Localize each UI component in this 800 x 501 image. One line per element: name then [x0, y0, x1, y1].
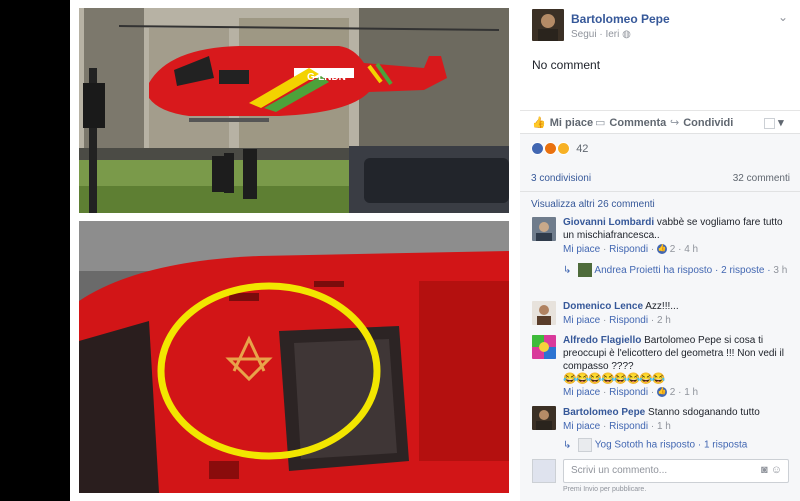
commenter-avatar-image: [532, 301, 556, 325]
comments-count[interactable]: 32 commenti: [733, 173, 790, 184]
view-more-comments-link[interactable]: Visualizza altri 26 commenti: [531, 199, 655, 210]
post-meta: Segui · Ieri ◍: [571, 29, 631, 40]
comment-input-placeholder: Scrivi un commento...: [571, 465, 668, 476]
composer-icons: ◙ ☺: [761, 464, 782, 476]
camera-icon[interactable]: ◙: [761, 464, 768, 476]
wow-reaction-icon: [557, 142, 571, 155]
comment-time[interactable]: 2 h: [657, 315, 671, 326]
dropdown-arrow-icon: ▾: [778, 117, 784, 129]
comment-body: Bartolomeo Pepe Stanno sdoganando tutto: [563, 406, 787, 419]
reply-avatar: [578, 263, 593, 278]
reply-avatar: [578, 438, 593, 452]
comment-body: Domenico Lence Azz!!!...: [563, 300, 787, 313]
helicopter-photo-graphic: [79, 8, 509, 213]
comment-like-count[interactable]: 2: [670, 244, 676, 255]
commenter-avatar[interactable]: [532, 335, 556, 359]
comment-like-link[interactable]: Mi piace: [563, 421, 600, 432]
comment-text: Stanno sdoganando tutto: [648, 407, 760, 418]
composer-hint: Premi Invio per pubblicare.: [563, 486, 647, 493]
comment-like-link[interactable]: Mi piace: [563, 244, 600, 255]
share-button[interactable]: ↪ Condividi: [670, 116, 733, 129]
helicopter-photo[interactable]: G-LNDN: [79, 8, 509, 213]
helicopter-registration: G-LNDN: [307, 72, 346, 83]
comment-time[interactable]: 1 h: [684, 387, 698, 398]
angry-reaction-icon: [544, 142, 558, 155]
commenter-avatar-image: [532, 217, 556, 241]
like-label: Mi piace: [549, 117, 594, 129]
post-sidebar: Bartolomeo Pepe Segui · Ieri ◍ ⌄ No comm…: [520, 0, 800, 501]
comment-text: Azz!!!...: [645, 301, 679, 312]
reply-time: 3 h: [773, 265, 788, 276]
like-button[interactable]: 👍 Mi piace: [532, 116, 593, 129]
comments-section: 42 3 condivisioni 32 commenti Visualizza…: [520, 133, 800, 501]
author-avatar[interactable]: [532, 9, 564, 41]
comment-label: Commenta: [609, 117, 667, 129]
author-name[interactable]: Bartolomeo Pepe: [571, 12, 670, 26]
comment-like-link[interactable]: Mi piace: [563, 315, 600, 326]
post-time[interactable]: Ieri: [605, 29, 619, 40]
comment-reply-link[interactable]: Rispondi: [609, 244, 648, 255]
post-options-chevron-icon[interactable]: ⌄: [778, 10, 788, 24]
divider: [520, 191, 800, 192]
reply-arrow-icon: ↳: [563, 439, 572, 451]
post-text: No comment: [532, 58, 601, 72]
comment-reply-link[interactable]: Rispondi: [609, 315, 648, 326]
share-label: Condividi: [683, 117, 734, 129]
comment-like-link[interactable]: Mi piace: [563, 387, 600, 398]
comment-time[interactable]: 1 h: [657, 421, 671, 432]
comment-like-count[interactable]: 2: [670, 387, 676, 398]
follow-link[interactable]: Segui: [571, 29, 597, 40]
like-count-icon: 👍: [656, 244, 667, 255]
helicopter-closeup-graphic: [79, 221, 509, 493]
replies-summary[interactable]: ↳ Andrea Proietti ha risposto · 2 rispos…: [563, 263, 788, 278]
comment-reply-link[interactable]: Rispondi: [609, 387, 648, 398]
speech-bubble-icon: ▭: [595, 117, 606, 129]
comment-input[interactable]: Scrivi un commento... ◙ ☺: [563, 459, 789, 483]
comment-meta: Mi piace · Rispondi · 👍 2 · 4 h: [563, 244, 699, 255]
post-header: Bartolomeo Pepe Segui · Ieri ◍ ⌄: [520, 0, 800, 56]
commenter-avatar-image: [532, 335, 556, 359]
laughing-emojis: 😂😂😂😂😂😂😂😂: [563, 373, 666, 385]
comment-body: Alfredo Flagiello Bartolomeo Pepe si cos…: [563, 334, 787, 373]
comment-reply-link[interactable]: Rispondi: [609, 421, 648, 432]
commenter-avatar-image: [532, 406, 556, 430]
current-user-avatar: [532, 459, 556, 483]
reactions-summary[interactable]: 42: [531, 142, 588, 158]
comment-time[interactable]: 4 h: [684, 244, 698, 255]
photo-panel: G-LNDN: [70, 0, 520, 501]
profile-square-icon: [764, 117, 775, 129]
replies-summary[interactable]: ↳ Yog Sototh ha risposto · 1 risposta: [563, 438, 747, 452]
reply-arrow-icon: ↳: [563, 265, 572, 276]
like-count-icon: 👍: [656, 387, 667, 398]
replier-text: Andrea Proietti ha risposto: [594, 265, 713, 276]
author-avatar-image: [532, 9, 564, 41]
commenter-avatar[interactable]: [532, 217, 556, 241]
commenter-name[interactable]: Alfredo Flagiello: [563, 335, 641, 346]
comment-meta: Mi piace · Rispondi · 2 h: [563, 315, 671, 326]
reply-count: 1 risposta: [703, 439, 748, 451]
reply-count: 2 risposte: [721, 265, 765, 276]
commenter-avatar[interactable]: [532, 406, 556, 430]
thumbs-up-icon: 👍: [532, 117, 546, 129]
share-arrow-icon: ↪: [670, 117, 680, 129]
commenter-name[interactable]: Bartolomeo Pepe: [563, 407, 645, 418]
screenshot: G-LNDN Bartolomeo Pepe Segui · Ieri ◍ ⌄ …: [0, 0, 800, 501]
commenter-name[interactable]: Giovanni Lombardi: [563, 217, 654, 228]
emoji-icon[interactable]: ☺: [771, 464, 782, 476]
commenter-avatar[interactable]: [532, 301, 556, 325]
post-actions-bar: 👍 Mi piace ▭ Commenta ↪ Condividi ▾: [520, 110, 800, 132]
commenter-name[interactable]: Domenico Lence: [563, 301, 643, 312]
audience-selector[interactable]: ▾: [764, 116, 784, 129]
comment-button[interactable]: ▭ Commenta: [595, 116, 666, 129]
shares-count[interactable]: 3 condivisioni: [531, 173, 591, 184]
public-globe-icon: ◍: [622, 29, 631, 40]
comment-meta: Mi piace · Rispondi · 1 h: [563, 421, 671, 432]
comment-meta: Mi piace · Rispondi · 👍 2 · 1 h: [563, 387, 699, 398]
helicopter-closeup-photo[interactable]: [79, 221, 509, 493]
like-reaction-icon: [531, 142, 544, 155]
replier-text: Yog Sototh ha risposto: [594, 439, 696, 451]
reactions-count: 42: [576, 142, 589, 155]
comment-body: Giovanni Lombardi vabbè se vogliamo fare…: [563, 216, 787, 242]
